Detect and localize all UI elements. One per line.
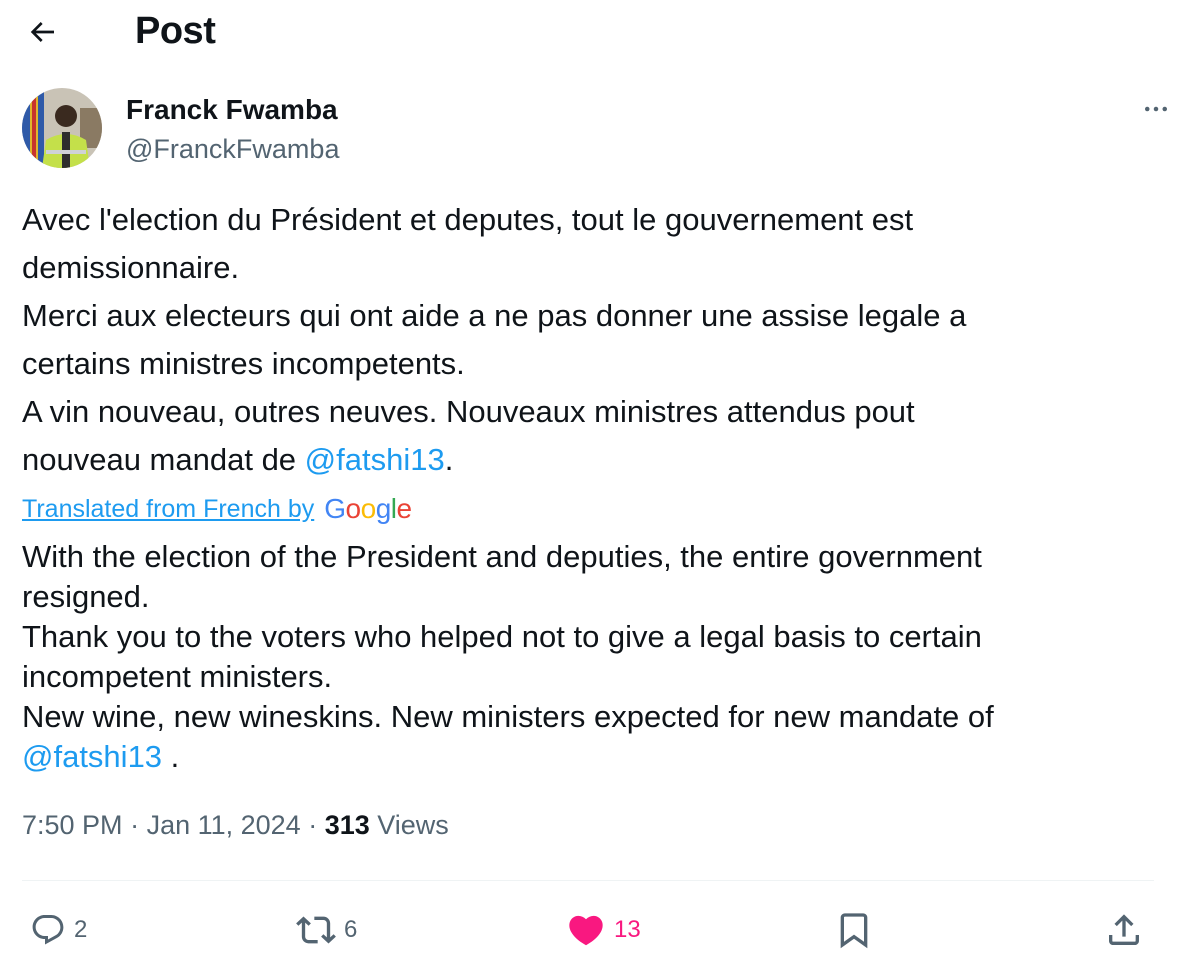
repost-button[interactable]: 6	[296, 906, 357, 954]
tweet-line: demissionnaire.	[22, 250, 240, 285]
repost-icon	[296, 916, 336, 944]
google-letter: o	[345, 493, 362, 524]
translated-from-link[interactable]: Translated from French by	[22, 495, 314, 524]
mention-link[interactable]: @fatshi13	[305, 442, 445, 477]
avatar[interactable]	[22, 88, 102, 168]
post-time[interactable]: 7:50 PM	[22, 810, 123, 840]
heart-filled-icon	[569, 915, 603, 946]
translation-line: Thank you to the voters who helped not t…	[22, 619, 982, 654]
reply-count: 2	[74, 916, 88, 943]
google-logo: Google	[324, 493, 413, 525]
google-letter: e	[396, 493, 413, 524]
author-row: Franck Fwamba @FranckFwamba	[22, 88, 1182, 168]
back-button[interactable]	[22, 12, 62, 52]
views-count: 313	[324, 810, 370, 840]
reply-icon	[32, 915, 64, 945]
profile-photo	[22, 88, 102, 168]
mention-link[interactable]: @fatshi13	[22, 739, 162, 774]
author-name[interactable]: Franck Fwamba	[126, 94, 338, 126]
tweet-line: Merci aux electeurs qui ont aide a ne pa…	[22, 298, 967, 333]
google-letter: g	[375, 493, 392, 524]
translation-line: New wine, new wineskins. New ministers e…	[22, 699, 994, 734]
tweet-text: .	[444, 442, 454, 477]
more-horizontal-icon	[1145, 106, 1167, 112]
tweet-line-last: nouveau mandat de @fatshi13.	[22, 436, 1162, 484]
translation-line: With the election of the President and d…	[22, 539, 982, 574]
tweet-line: certains ministres incompetents.	[22, 346, 465, 381]
bookmark-button[interactable]	[834, 906, 874, 954]
tweet-line: A vin nouveau, outres neuves. Nouveaux m…	[22, 394, 915, 429]
translation-line: resigned.	[22, 579, 150, 614]
share-icon	[1109, 914, 1139, 945]
translation-attribution: Translated from French by Google	[22, 492, 412, 526]
divider	[22, 880, 1154, 881]
translation-text: .	[162, 739, 180, 774]
post-meta: 7:50 PM · Jan 11, 2024 · 313 Views	[22, 810, 449, 841]
tweet-text-original: Avec l'election du Président et deputes,…	[22, 196, 1162, 484]
like-count: 13	[614, 916, 641, 943]
post-date[interactable]: Jan 11, 2024	[147, 810, 301, 840]
post-header: Post	[0, 0, 1202, 64]
arrow-left-icon	[30, 22, 54, 42]
like-button[interactable]: 13	[566, 906, 641, 954]
tweet-line: Avec l'election du Président et deputes,…	[22, 202, 914, 237]
views-label: Views	[369, 810, 449, 840]
more-button[interactable]	[1136, 94, 1176, 124]
translation-line-last: @fatshi13 .	[22, 737, 1162, 777]
google-letter: G	[324, 493, 346, 524]
page-title: Post	[135, 10, 216, 52]
action-bar: 2 6 13	[0, 900, 1202, 960]
author-handle[interactable]: @FranckFwamba	[126, 134, 339, 165]
tweet-text-translation: With the election of the President and d…	[22, 537, 1162, 777]
meta-separator: ·	[300, 810, 325, 840]
meta-separator: ·	[122, 810, 147, 840]
reply-button[interactable]: 2	[30, 906, 87, 954]
share-button[interactable]	[1104, 906, 1144, 954]
google-letter: o	[360, 493, 377, 524]
tweet-text: nouveau mandat de	[22, 442, 305, 477]
translation-line: incompetent ministers.	[22, 659, 333, 694]
bookmark-icon	[840, 913, 868, 949]
repost-count: 6	[344, 916, 358, 943]
